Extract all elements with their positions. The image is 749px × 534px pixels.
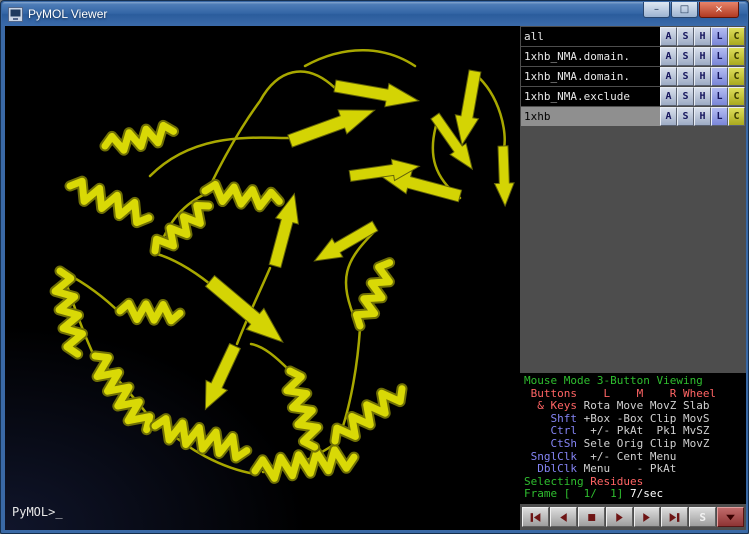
mouse-panel-text: 7/sec <box>630 487 663 500</box>
object-h-menu-button[interactable]: H <box>694 107 711 126</box>
object-s-menu-button[interactable]: S <box>677 67 694 86</box>
object-h-menu-button[interactable]: H <box>694 67 711 86</box>
title-bar[interactable]: PyMOL Viewer – □ × <box>2 2 747 26</box>
object-row: 1xhb_NMA.excludeASHLC <box>521 87 745 106</box>
mouse-panel-text: Buttons <box>524 387 577 400</box>
movie-controls: S <box>520 504 746 530</box>
back-icon <box>557 511 570 524</box>
object-s-menu-button[interactable]: S <box>677 87 694 106</box>
pymol-window: PyMOL Viewer – □ × PyMOL>_ allASHLC1xhb_… <box>0 0 749 534</box>
mouse-panel-text: Frame [ 1/ 1] <box>524 487 630 500</box>
mouse-panel-text: CtSh <box>524 437 577 450</box>
skip-back-icon <box>529 511 542 524</box>
mouse-panel-text: L M R Wheel <box>577 387 716 400</box>
mouse-panel-text: Sele Orig Clip MovZ <box>577 437 709 450</box>
object-c-menu-button[interactable]: C <box>728 67 745 86</box>
object-l-menu-button[interactable]: L <box>711 107 728 126</box>
forward-icon <box>640 511 653 524</box>
mouse-panel-text: +/- PkAt Pk1 MvSZ <box>577 424 709 437</box>
object-a-menu-button[interactable]: A <box>660 27 677 46</box>
movie-fast-forward-button[interactable] <box>661 507 688 527</box>
3d-viewport[interactable]: PyMOL>_ <box>5 26 520 530</box>
movie-rewind-button[interactable] <box>522 507 549 527</box>
object-row: 1xhb_NMA.domain.ASHLC <box>521 67 745 86</box>
object-row: 1xhbASHLC <box>521 107 745 126</box>
object-l-menu-button[interactable]: L <box>711 47 728 66</box>
window-content: PyMOL>_ allASHLC1xhb_NMA.domain.ASHLC1xh… <box>5 26 746 530</box>
object-l-menu-button[interactable]: L <box>711 87 728 106</box>
movie-step-back-button[interactable] <box>550 507 577 527</box>
mouse-panel-text: SnglClk <box>524 450 577 463</box>
object-name-all[interactable]: all <box>521 27 660 46</box>
object-l-menu-button[interactable]: L <box>711 67 728 86</box>
mouse-panel-text: Rota Move MovZ Slab <box>577 399 709 412</box>
object-a-menu-button[interactable]: A <box>660 47 677 66</box>
object-c-menu-button[interactable]: C <box>728 87 745 106</box>
object-h-menu-button[interactable]: H <box>694 47 711 66</box>
object-a-menu-button[interactable]: A <box>660 87 677 106</box>
object-row: allASHLC <box>521 27 745 46</box>
object-h-menu-button[interactable]: H <box>694 27 711 46</box>
object-name-1xhb_NMA.domain.[interactable]: 1xhb_NMA.domain. <box>521 47 660 66</box>
mouse-panel-text: Shft <box>524 412 577 425</box>
stop-icon <box>585 511 598 524</box>
object-l-menu-button[interactable]: L <box>711 27 728 46</box>
object-a-menu-button[interactable]: A <box>660 107 677 126</box>
command-prompt[interactable]: PyMOL>_ <box>12 505 63 519</box>
movie-play-button[interactable] <box>606 507 633 527</box>
movie-scene-button[interactable]: S <box>689 507 716 527</box>
object-name-1xhb_NMA.domain.[interactable]: 1xhb_NMA.domain. <box>521 67 660 86</box>
mouse-panel-text: Ctrl <box>524 424 577 437</box>
mouse-panel-text: Menu - PkAt <box>577 462 676 475</box>
object-c-menu-button[interactable]: C <box>728 107 745 126</box>
skip-forward-icon <box>668 511 681 524</box>
app-icon <box>8 7 23 22</box>
mouse-panel-text: +Box -Box Clip MovS <box>577 412 709 425</box>
object-name-1xhb_NMA.exclude[interactable]: 1xhb_NMA.exclude <box>521 87 660 106</box>
object-c-menu-button[interactable]: C <box>728 47 745 66</box>
movie-movie-menu-button[interactable] <box>717 507 744 527</box>
window-controls: – □ × <box>643 2 739 18</box>
window-title: PyMOL Viewer <box>28 7 107 21</box>
object-s-menu-button[interactable]: S <box>677 107 694 126</box>
object-row: 1xhb_NMA.domain.ASHLC <box>521 47 745 66</box>
control-panel: allASHLC1xhb_NMA.domain.ASHLC1xhb_NMA.do… <box>520 26 746 530</box>
mouse-mode-panel: Mouse Mode 3-Button Viewing Buttons L M … <box>520 373 746 504</box>
mouse-panel-text: DblClk <box>524 462 577 475</box>
protein-structure <box>5 26 520 530</box>
object-c-menu-button[interactable]: C <box>728 27 745 46</box>
object-s-menu-button[interactable]: S <box>677 27 694 46</box>
play-icon <box>613 511 626 524</box>
mouse-panel-text: Residues <box>590 475 643 488</box>
mouse-panel-text: +/- Cent Menu <box>577 450 676 463</box>
maximize-button[interactable]: □ <box>671 2 698 18</box>
object-s-menu-button[interactable]: S <box>677 47 694 66</box>
mouse-panel-line-9: Frame [ 1/ 1] 7/sec <box>524 488 742 501</box>
object-list: allASHLC1xhb_NMA.domain.ASHLC1xhb_NMA.do… <box>521 27 745 127</box>
object-a-menu-button[interactable]: A <box>660 67 677 86</box>
movie-step-forward-button[interactable] <box>634 507 661 527</box>
close-button[interactable]: × <box>699 2 739 18</box>
mouse-panel-text: Selecting <box>524 475 590 488</box>
minimize-button[interactable]: – <box>643 2 670 18</box>
mouse-panel-text: Mouse Mode 3-Button Viewing <box>524 374 703 387</box>
mouse-panel-text: & Keys <box>524 399 577 412</box>
object-h-menu-button[interactable]: H <box>694 87 711 106</box>
movie-stop-button[interactable] <box>578 507 605 527</box>
object-name-1xhb[interactable]: 1xhb <box>521 107 660 126</box>
down-icon <box>724 511 737 524</box>
